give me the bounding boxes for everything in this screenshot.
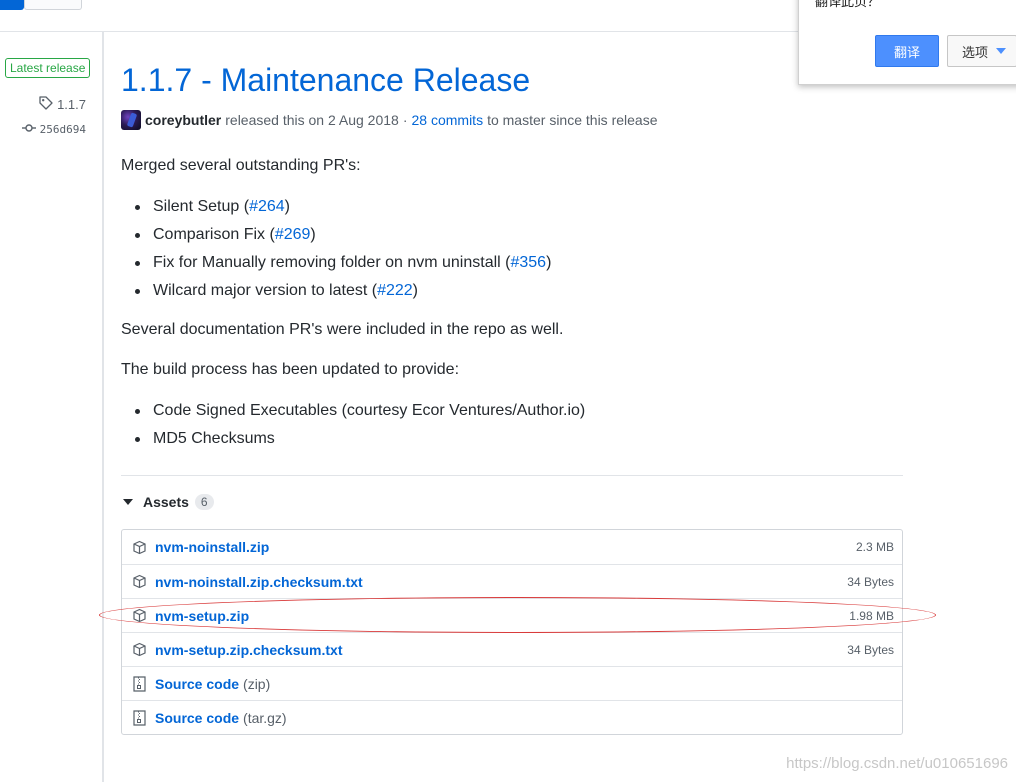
- list-item-close: ): [310, 226, 316, 243]
- avatar[interactable]: [121, 110, 141, 130]
- translate-button[interactable]: 翻译: [875, 35, 939, 67]
- package-icon: [131, 608, 147, 624]
- source-code-format: (zip): [243, 675, 271, 692]
- list-item-close: ): [284, 198, 290, 215]
- meta-separator: ·: [402, 112, 408, 128]
- list-item-text: Comparison Fix (: [153, 226, 275, 243]
- translate-prompt: 翻译此页？: [815, 0, 881, 9]
- commits-suffix: to master since this release: [487, 112, 658, 128]
- list-item: Fix for Manually removing folder on nvm …: [121, 249, 551, 277]
- asset-row: nvm-noinstall.zip 2.3 MB: [122, 530, 902, 564]
- package-icon: [131, 539, 147, 555]
- author-link[interactable]: coreybutler: [145, 112, 221, 128]
- top-divider: [0, 31, 800, 32]
- released-text: released this on 2 Aug 2018: [225, 112, 399, 128]
- build-list: Code Signed Executables (courtesy Ecor V…: [121, 397, 585, 453]
- commits-link[interactable]: 28 commits: [412, 112, 484, 128]
- options-button[interactable]: 选项: [947, 35, 1016, 67]
- section-divider: [121, 475, 903, 476]
- release-sidebar: Latest release 1.1.7 256d694: [0, 32, 104, 782]
- source-code-format: (tar.gz): [243, 709, 287, 726]
- release-meta: coreybutler released this on 2 Aug 2018 …: [121, 110, 657, 130]
- list-item: Code Signed Executables (courtesy Ecor V…: [121, 397, 585, 425]
- list-item-close: ): [412, 282, 418, 299]
- list-item-text: Fix for Manually removing folder on nvm …: [153, 254, 511, 271]
- tags-tab[interactable]: [24, 0, 82, 10]
- releases-tab[interactable]: [0, 0, 24, 10]
- tag-label: 1.1.7: [57, 97, 86, 112]
- asset-download-link[interactable]: nvm-setup.zip.checksum.txt: [155, 642, 343, 658]
- asset-row: nvm-setup.zip.checksum.txt 34 Bytes: [122, 632, 902, 666]
- caret-down-icon: [123, 499, 133, 505]
- assets-list: nvm-noinstall.zip 2.3 MB nvm-noinstall.z…: [121, 529, 903, 735]
- translate-popup: 翻译此页？ 翻译 选项: [798, 0, 1016, 85]
- list-item: Comparison Fix (#269): [121, 221, 551, 249]
- pr-list: Silent Setup (#264) Comparison Fix (#269…: [121, 193, 551, 305]
- assets-count-badge: 6: [194, 494, 214, 510]
- tag-link[interactable]: 1.1.7: [39, 96, 86, 113]
- intro-text: Merged several outstanding PR's:: [121, 157, 361, 174]
- commit-icon: [21, 123, 36, 136]
- build-intro: The build process has been updated to pr…: [121, 361, 460, 378]
- pr-link-222[interactable]: #222: [377, 282, 413, 299]
- latest-release-badge: Latest release: [5, 58, 91, 78]
- watermark: https://blog.csdn.net/u010651696: [786, 755, 1008, 772]
- asset-size: 34 Bytes: [847, 642, 894, 657]
- asset-size: 1.98 MB: [849, 608, 894, 623]
- list-item: Wilcard major version to latest (#222): [121, 277, 551, 305]
- list-item: MD5 Checksums: [121, 425, 585, 453]
- assets-label: Assets: [143, 494, 189, 510]
- list-item: Silent Setup (#264): [121, 193, 551, 221]
- asset-download-link[interactable]: nvm-setup.zip: [155, 608, 249, 624]
- package-icon: [131, 574, 147, 590]
- source-code-zip-link[interactable]: Source code (zip): [155, 676, 270, 692]
- docs-note: Several documentation PR's were included…: [121, 321, 564, 338]
- asset-size: 34 Bytes: [847, 574, 894, 589]
- source-code-targz-link[interactable]: Source code (tar.gz): [155, 710, 287, 726]
- asset-row: Source code (zip): [122, 666, 902, 700]
- tag-icon: [39, 96, 53, 113]
- file-zip-icon: [131, 709, 147, 726]
- asset-row: nvm-noinstall.zip.checksum.txt 34 Bytes: [122, 564, 902, 598]
- dropdown-arrow-icon: [996, 48, 1007, 54]
- pr-link-356[interactable]: #356: [510, 254, 546, 271]
- options-label: 选项: [962, 44, 989, 60]
- release-title[interactable]: 1.1.7 - Maintenance Release: [121, 62, 530, 99]
- list-item-text: Silent Setup (: [153, 198, 250, 215]
- source-code-label: Source code: [155, 675, 240, 692]
- list-item-text: Wilcard major version to latest (: [153, 282, 378, 299]
- pr-link-269[interactable]: #269: [275, 226, 311, 243]
- package-icon: [131, 642, 147, 658]
- asset-download-link[interactable]: nvm-noinstall.zip: [155, 539, 269, 555]
- assets-toggle[interactable]: Assets 6: [121, 494, 214, 510]
- commit-label: 256d694: [39, 123, 86, 136]
- asset-row: Source code (tar.gz): [122, 700, 902, 734]
- asset-row: nvm-setup.zip 1.98 MB: [122, 598, 902, 632]
- file-zip-icon: [131, 675, 147, 692]
- pr-link-264[interactable]: #264: [249, 198, 285, 215]
- source-code-label: Source code: [155, 709, 240, 726]
- commit-link[interactable]: 256d694: [21, 123, 86, 136]
- asset-download-link[interactable]: nvm-noinstall.zip.checksum.txt: [155, 574, 363, 590]
- list-item-close: ): [546, 254, 552, 271]
- asset-size: 2.3 MB: [855, 540, 894, 554]
